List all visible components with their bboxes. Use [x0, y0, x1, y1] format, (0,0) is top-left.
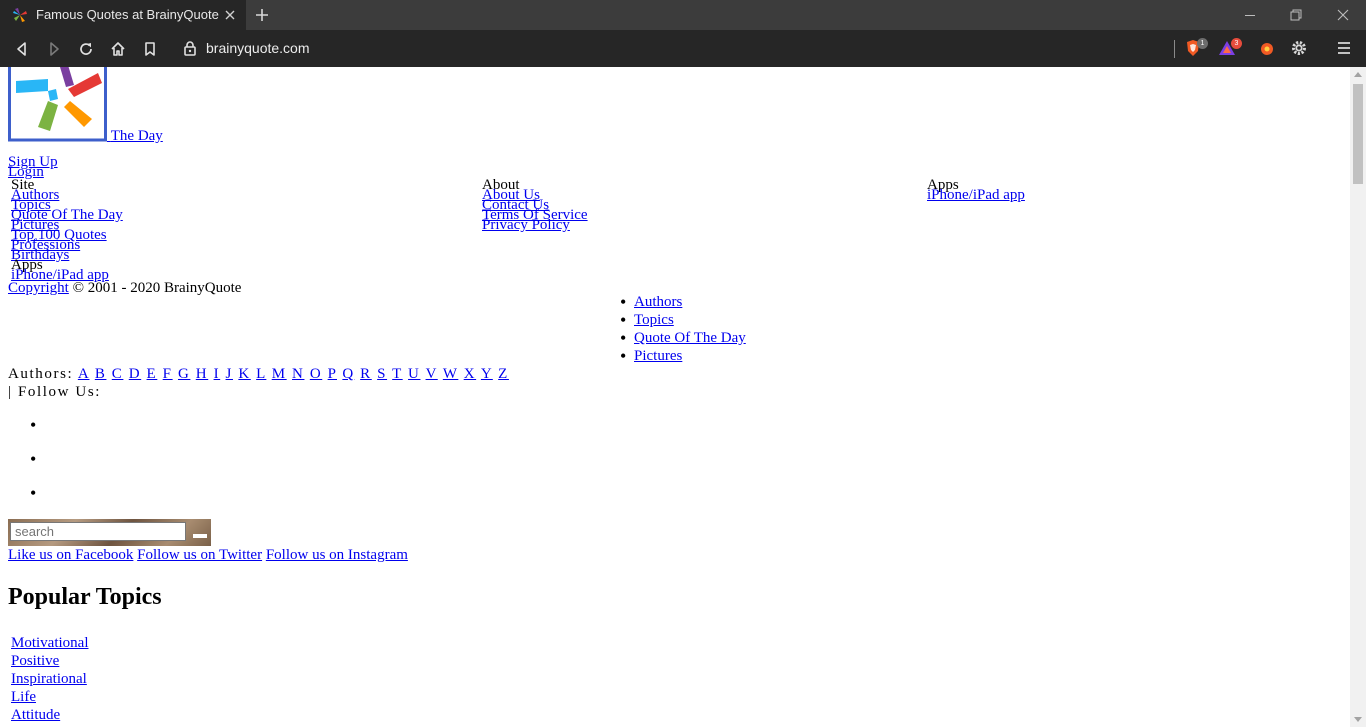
- nav-quote-of-the-day[interactable]: Quote Of The Day: [634, 330, 746, 347]
- list-bullet: •: [620, 292, 627, 312]
- author-letter-link[interactable]: S: [377, 366, 387, 382]
- copyright-line: Copyright © 2001 - 2020 BrainyQuote: [8, 280, 241, 297]
- social-links: Like us on Facebook Follow us on Twitter…: [8, 547, 408, 564]
- instagram-link[interactable]: Follow us on Instagram: [266, 547, 408, 563]
- close-window-icon[interactable]: [1335, 7, 1351, 23]
- tab-strip: Famous Quotes at BrainyQuote: [0, 0, 1366, 30]
- scroll-up-arrow-icon[interactable]: [1354, 71, 1362, 77]
- topic-link[interactable]: Inspirational: [11, 671, 87, 688]
- nav-topics[interactable]: Topics: [634, 312, 674, 329]
- author-letters: A B C D E F G H I J K L M N O P Q R S T …: [78, 366, 509, 382]
- author-letter-link[interactable]: L: [256, 366, 266, 382]
- author-letter-link[interactable]: K: [238, 366, 250, 382]
- url-text[interactable]: brainyquote.com: [206, 40, 310, 56]
- author-letter-link[interactable]: R: [360, 366, 372, 382]
- gear-icon[interactable]: [1289, 38, 1309, 58]
- twitter-link[interactable]: Follow us on Twitter: [137, 547, 262, 563]
- author-letter-link[interactable]: J: [226, 366, 233, 382]
- author-letter-link[interactable]: T: [392, 366, 403, 382]
- tab-title: Famous Quotes at BrainyQuote: [36, 7, 219, 22]
- bookmark-icon[interactable]: [141, 40, 159, 58]
- author-letter-link[interactable]: F: [163, 366, 173, 382]
- reload-icon[interactable]: [77, 40, 95, 58]
- author-letter-link[interactable]: M: [272, 366, 287, 382]
- brainyquote-favicon: [13, 8, 27, 22]
- author-letter-link[interactable]: W: [443, 366, 459, 382]
- search-button[interactable]: [193, 534, 207, 538]
- author-letter-link[interactable]: P: [328, 366, 337, 382]
- author-letter-link[interactable]: O: [310, 366, 322, 382]
- author-letter-link[interactable]: A: [78, 366, 90, 382]
- nav-authors[interactable]: Authors: [634, 294, 682, 311]
- author-letter-link[interactable]: Z: [498, 366, 509, 382]
- author-letter-link[interactable]: I: [214, 366, 221, 382]
- copyright-text: © 2001 - 2020 BrainyQuote: [72, 280, 242, 296]
- author-letter-link[interactable]: Q: [342, 366, 354, 382]
- author-letter-link[interactable]: H: [196, 366, 208, 382]
- extension-icon[interactable]: [1257, 38, 1277, 58]
- social-bullet: •: [30, 449, 37, 469]
- facebook-link[interactable]: Like us on Facebook: [8, 547, 133, 563]
- minimize-icon[interactable]: [1242, 7, 1258, 23]
- close-tab-icon[interactable]: [222, 7, 238, 23]
- author-letter-link[interactable]: G: [178, 366, 190, 382]
- about-link-privacy[interactable]: Privacy Policy: [482, 217, 570, 234]
- list-bullet: •: [620, 346, 627, 366]
- author-letter-link[interactable]: E: [147, 366, 158, 382]
- restore-icon[interactable]: [1288, 7, 1304, 23]
- search-input[interactable]: [10, 522, 186, 541]
- lock-icon: [184, 41, 196, 56]
- authors-alphabet-bar: Authors: A B C D E F G H I J K L M N O P…: [8, 366, 509, 383]
- topic-link[interactable]: Attitude: [11, 707, 60, 724]
- author-letter-link[interactable]: X: [464, 366, 476, 382]
- scrollbar-thumb[interactable]: [1353, 84, 1363, 184]
- brainyquote-logo[interactable]: [8, 67, 107, 142]
- page-content: The Day Sign Up Login Site Authors Topic…: [0, 67, 1350, 727]
- social-bullet: •: [30, 415, 37, 435]
- author-letter-link[interactable]: B: [95, 366, 107, 382]
- topic-link[interactable]: Life: [11, 689, 36, 706]
- author-letter-link[interactable]: D: [129, 366, 141, 382]
- menu-icon[interactable]: [1334, 38, 1354, 58]
- back-icon[interactable]: [13, 40, 31, 58]
- active-tab[interactable]: Famous Quotes at BrainyQuote: [0, 0, 246, 30]
- quote-of-the-day-link[interactable]: The Day: [107, 128, 163, 145]
- nav-pictures[interactable]: Pictures: [634, 348, 682, 365]
- list-bullet: •: [620, 328, 627, 348]
- shields-badge: 1: [1197, 38, 1208, 49]
- copyright-link[interactable]: Copyright: [8, 280, 69, 296]
- author-letter-link[interactable]: Y: [481, 366, 493, 382]
- address-bar[interactable]: [172, 34, 1172, 62]
- list-bullet: •: [620, 310, 627, 330]
- author-letter-link[interactable]: V: [426, 366, 438, 382]
- toolbar-separator: [1174, 40, 1175, 58]
- author-letter-link[interactable]: N: [292, 366, 304, 382]
- rewards-badge: 3: [1231, 38, 1242, 49]
- vertical-scrollbar[interactable]: [1350, 67, 1366, 727]
- search-form: [8, 519, 211, 546]
- topic-link[interactable]: Positive: [11, 653, 59, 670]
- forward-icon[interactable]: [45, 40, 63, 58]
- social-bullet: •: [30, 483, 37, 503]
- app-link-iphone[interactable]: iPhone/iPad app: [927, 187, 1025, 204]
- new-tab-icon[interactable]: [254, 7, 270, 23]
- authors-label: Authors:: [8, 366, 74, 382]
- author-letter-link[interactable]: C: [112, 366, 124, 382]
- scroll-down-arrow-icon[interactable]: [1354, 717, 1362, 723]
- author-letter-link[interactable]: U: [408, 366, 420, 382]
- follow-us-label: | Follow Us:: [8, 384, 102, 400]
- home-icon[interactable]: [109, 40, 127, 58]
- popular-topics-heading: Popular Topics: [8, 584, 162, 610]
- topic-link[interactable]: Motivational: [11, 635, 89, 652]
